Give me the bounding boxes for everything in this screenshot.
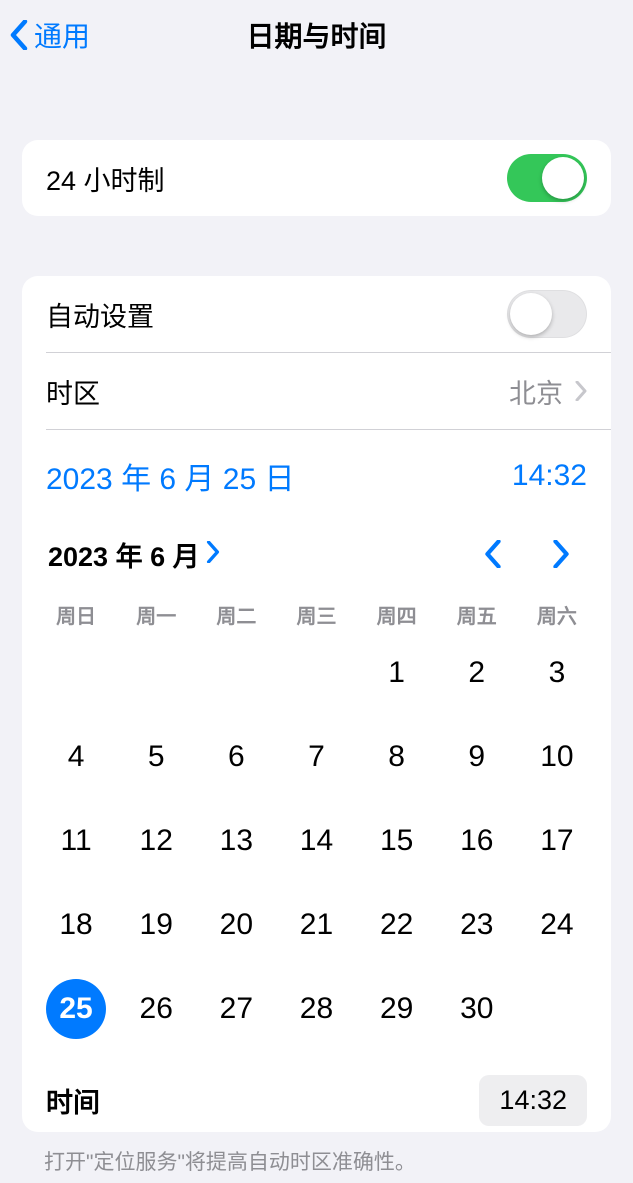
calendar-day[interactable]: 16	[437, 809, 517, 873]
calendar-day[interactable]: 14	[276, 809, 356, 873]
time-picker-label: 时间	[46, 1081, 479, 1120]
calendar-day[interactable]: 6	[196, 725, 276, 789]
time-picker-value[interactable]: 14:32	[479, 1075, 587, 1126]
calendar-day[interactable]: 19	[116, 893, 196, 957]
calendar-day[interactable]: 4	[36, 725, 116, 789]
calendar-month-button[interactable]: 2023 年 6 月	[48, 535, 220, 574]
calendar-day[interactable]: 13	[196, 809, 276, 873]
calendar-weekday: 周五	[437, 600, 517, 629]
label-24h: 24 小时制	[46, 159, 507, 198]
calendar-prev-button[interactable]	[469, 530, 517, 578]
calendar-day-empty	[196, 641, 276, 705]
value-timezone: 北京	[509, 372, 563, 411]
calendar-weekday: 周二	[196, 600, 276, 629]
calendar-day[interactable]: 23	[437, 893, 517, 957]
selected-date-display[interactable]: 2023 年 6 月 25 日	[46, 454, 294, 498]
footer-note: 打开"定位服务"将提高自动时区准确性。	[0, 1132, 633, 1176]
calendar-day-empty	[36, 641, 116, 705]
calendar-day[interactable]: 2	[437, 641, 517, 705]
calendar-day[interactable]: 24	[517, 893, 597, 957]
calendar-day[interactable]: 26	[116, 977, 196, 1041]
calendar-day[interactable]: 22	[357, 893, 437, 957]
row-timezone[interactable]: 时区 北京	[22, 353, 611, 429]
calendar-weekday: 周三	[276, 600, 356, 629]
calendar-weekday: 周日	[36, 600, 116, 629]
calendar-month-label: 2023 年 6 月	[48, 535, 200, 574]
selected-time-display[interactable]: 14:32	[512, 459, 587, 493]
back-label: 通用	[34, 15, 90, 55]
calendar-day[interactable]: 3	[517, 641, 597, 705]
calendar-day[interactable]: 18	[36, 893, 116, 957]
calendar-weekday: 周六	[517, 600, 597, 629]
chevron-left-icon	[484, 540, 502, 568]
calendar-day[interactable]: 11	[36, 809, 116, 873]
calendar-day[interactable]: 20	[196, 893, 276, 957]
label-auto-set: 自动设置	[46, 295, 507, 334]
chevron-right-icon	[575, 381, 587, 401]
label-timezone: 时区	[46, 372, 509, 411]
calendar-day[interactable]: 12	[116, 809, 196, 873]
calendar-day[interactable]: 25	[36, 977, 116, 1041]
calendar-next-button[interactable]	[537, 530, 585, 578]
calendar-day[interactable]: 15	[357, 809, 437, 873]
calendar-day[interactable]: 10	[517, 725, 597, 789]
calendar-day[interactable]: 21	[276, 893, 356, 957]
page-title: 日期与时间	[0, 15, 633, 55]
calendar-day[interactable]: 1	[357, 641, 437, 705]
back-button[interactable]: 通用	[10, 15, 90, 55]
calendar-day[interactable]: 29	[357, 977, 437, 1041]
calendar-day[interactable]: 17	[517, 809, 597, 873]
calendar-day[interactable]: 30	[437, 977, 517, 1041]
calendar-day[interactable]: 9	[437, 725, 517, 789]
chevron-left-icon	[10, 20, 28, 50]
calendar-day[interactable]: 8	[357, 725, 437, 789]
calendar-day[interactable]: 5	[116, 725, 196, 789]
calendar-day-empty	[276, 641, 356, 705]
switch-24h[interactable]	[507, 154, 587, 202]
chevron-right-icon	[552, 540, 570, 568]
calendar-weekday: 周四	[357, 600, 437, 629]
switch-auto-set[interactable]	[507, 290, 587, 338]
calendar-day[interactable]: 28	[276, 977, 356, 1041]
calendar-weekday: 周一	[116, 600, 196, 629]
chevron-right-icon	[206, 539, 220, 570]
calendar-day[interactable]: 7	[276, 725, 356, 789]
calendar-day[interactable]: 27	[196, 977, 276, 1041]
calendar-day-empty	[116, 641, 196, 705]
